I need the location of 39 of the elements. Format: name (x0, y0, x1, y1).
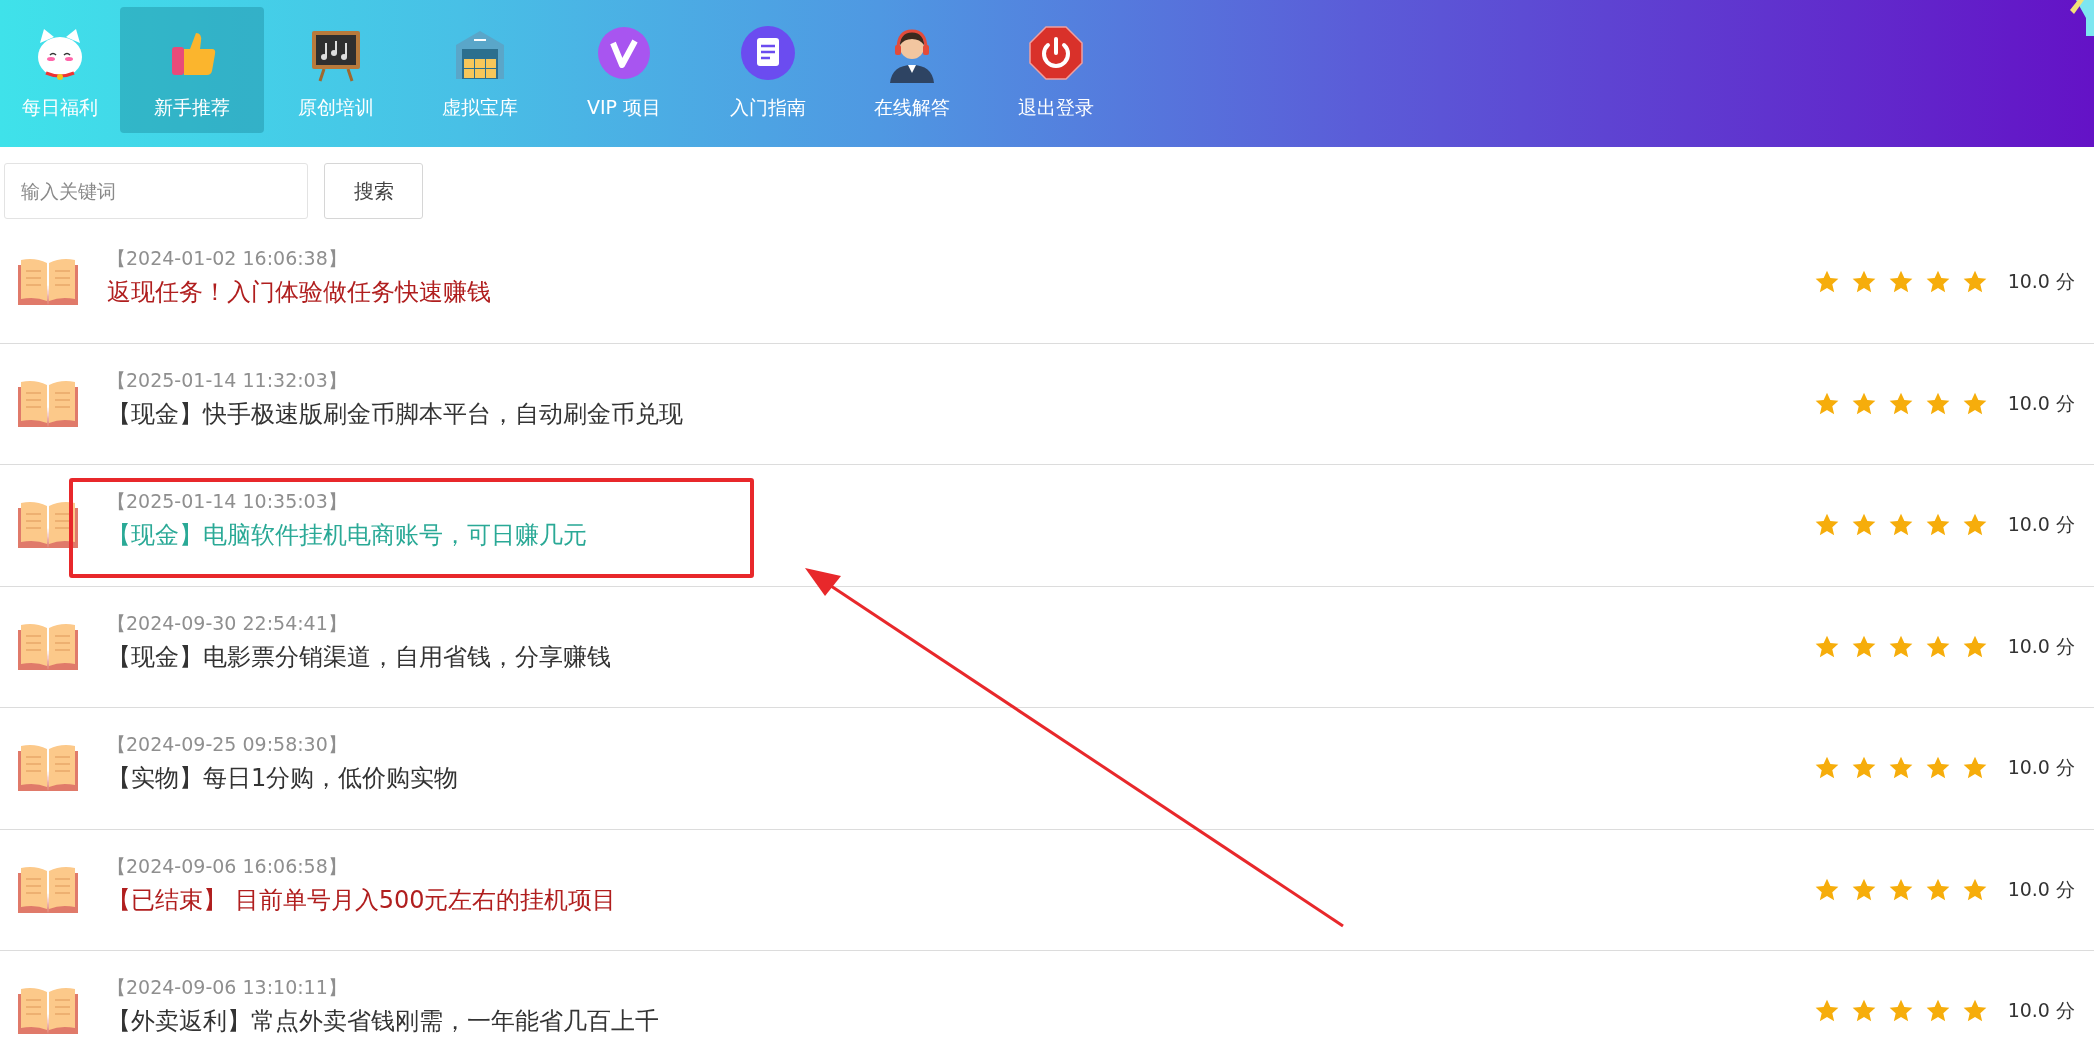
post-date: 【2025-01-14 10:35:03】 (107, 489, 348, 515)
post-date: 【2024-09-25 09:58:30】 (107, 732, 348, 758)
nav-item[interactable]: 新手推荐 (120, 7, 264, 133)
score-text: 10.0 分 (2007, 876, 2075, 902)
search-field[interactable]: 输入关键词 (4, 163, 308, 219)
score-text: 10.0 分 (2007, 269, 2075, 295)
open-book-icon (16, 378, 80, 429)
article-title-link[interactable]: 返现任务！入门体验做任务快速赚钱 (107, 276, 1814, 309)
article-title-link[interactable]: 【已结束】 目前单号月入500元左右的挂机项目 (107, 883, 1814, 916)
article-title-link[interactable]: 【现金】快手极速版刷金币脚本平台，自动刷金币兑现 (107, 397, 1814, 430)
nav-item[interactable]: 入门指南 (696, 7, 840, 133)
score-text: 10.0 分 (2007, 512, 2075, 538)
post-date: 【2025-01-14 11:32:03】 (107, 367, 348, 393)
nav-item[interactable]: 退出登录 (984, 7, 1128, 133)
score-text: 10.0 分 (2007, 998, 2075, 1024)
article-title-link[interactable]: 【实物】每日1分购，低价购实物 (107, 762, 1814, 795)
nav-item[interactable]: 原创培训 (264, 7, 408, 133)
open-book-icon (16, 257, 80, 308)
post-date: 【2024-01-02 16:06:38】 (107, 246, 348, 272)
nav-item[interactable]: 虚拟宝库 (408, 7, 552, 133)
open-book-icon (16, 986, 80, 1037)
open-book-icon (16, 864, 80, 915)
score-text: 10.0 分 (2007, 755, 2075, 781)
score-text: 10.0 分 (2007, 633, 2075, 659)
power-icon (1026, 23, 1086, 83)
open-book-icon (16, 621, 80, 672)
post-date: 【2024-09-06 13:10:11】 (107, 975, 348, 1001)
nav-item[interactable]: VIP 项目 (552, 7, 696, 133)
article-title-link[interactable]: 【外卖返利】常点外卖省钱刚需，一年能省几百上千 (107, 1005, 1814, 1038)
article-title-link[interactable]: 【现金】电影票分销渠道，自用省钱，分享赚钱 (107, 640, 1814, 673)
open-book-icon (16, 743, 80, 794)
score-text: 10.0 分 (2007, 390, 2075, 416)
search-button[interactable]: 搜索 (324, 163, 423, 219)
nav-item[interactable]: 在线解答 (840, 7, 984, 133)
article-title-link[interactable]: 【现金】电脑软件挂机电商账号，可日赚几元 (107, 519, 1814, 552)
post-date: 【2024-09-06 16:06:58】 (107, 853, 348, 879)
document-icon (738, 23, 798, 83)
open-book-icon (16, 500, 80, 551)
post-date: 【2024-09-30 22:54:41】 (107, 610, 348, 636)
